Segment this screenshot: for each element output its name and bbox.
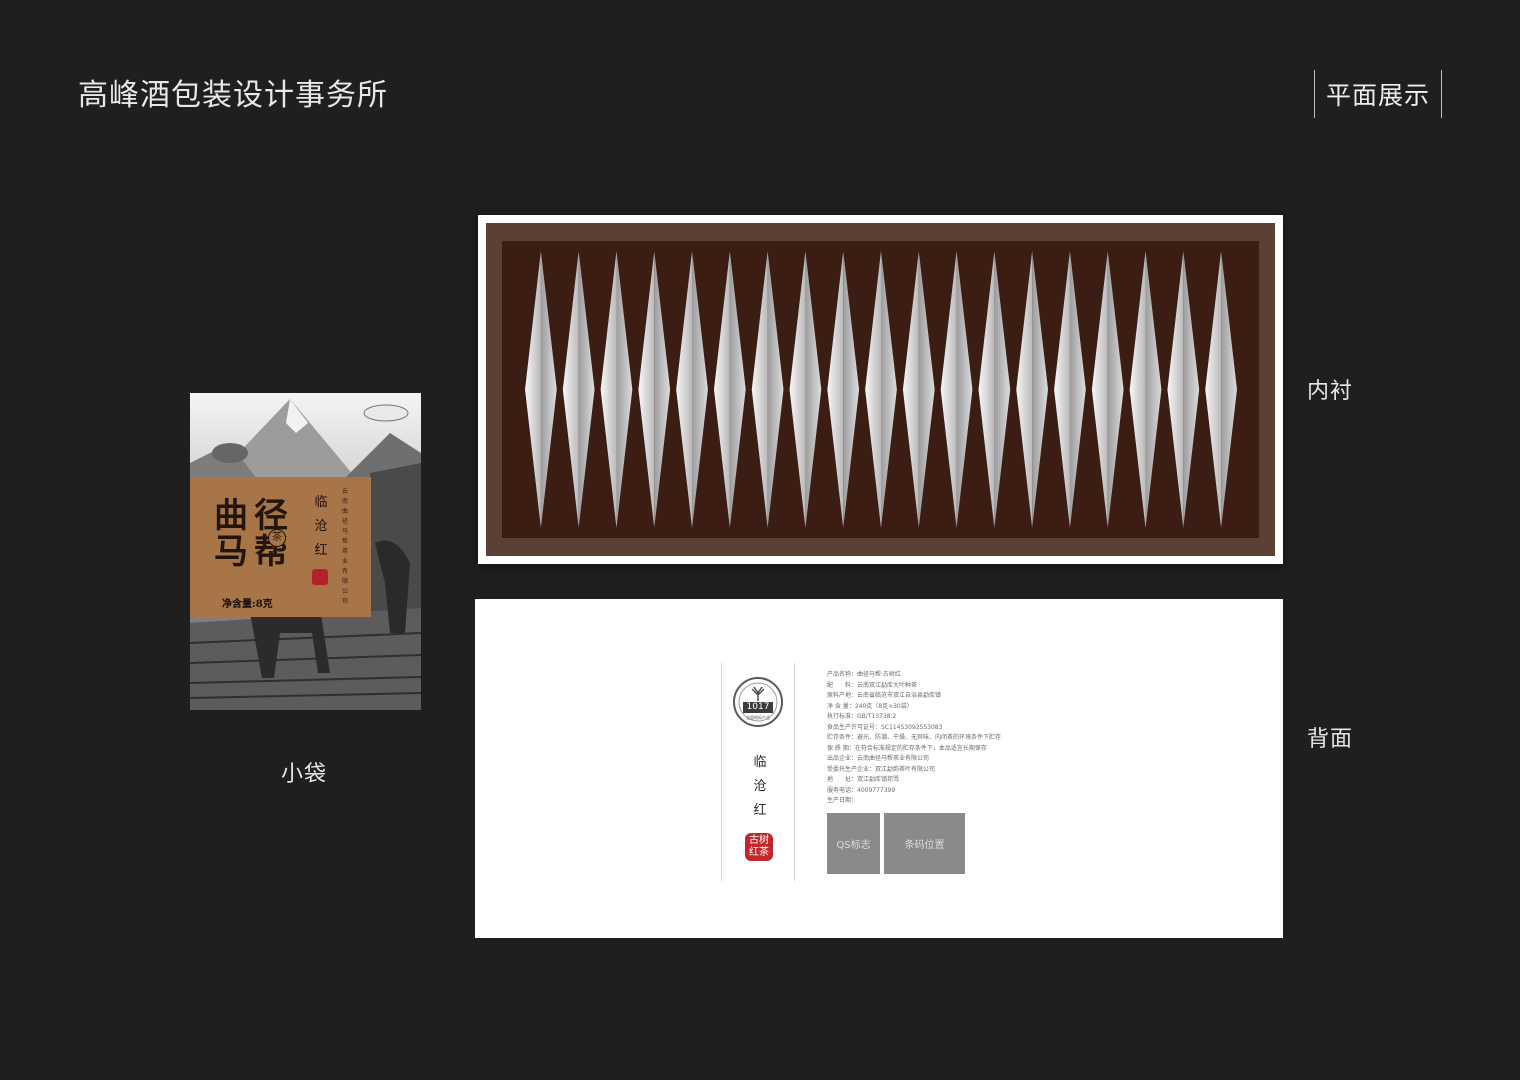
pouch-product-name: 临沧红	[314, 495, 328, 558]
pouch-net-weight: 净含量:8克	[222, 599, 273, 610]
liner-diamond	[789, 251, 822, 528]
spec-line: 产品名称：曲径马帮·古树红	[827, 671, 901, 678]
back-product-name: 临沧红	[753, 755, 767, 818]
liner-diamond	[525, 251, 557, 528]
liner-diamond	[600, 251, 633, 528]
brand-char: 径	[254, 496, 288, 536]
spec-line: 配 料：云南双江勐库大叶种茶	[827, 681, 918, 689]
spec-line: 贮存条件：避光、防潮、干燥、无异味、内闭茶的环境条件下贮存	[827, 734, 1002, 741]
liner-diamond	[562, 251, 595, 528]
liner-border	[486, 223, 1275, 556]
liner-diamond	[940, 251, 973, 528]
liner-diamond	[827, 251, 860, 528]
spec-list: 产品名称：曲径马帮·古树红配 料：云南双江勐库大叶种茶原料产地：云南省临沧市双江…	[827, 670, 1067, 807]
spec-line: 净 含 量：240克（8克×30袋）	[827, 702, 913, 710]
back-panel: 1017 全国地标产品 临沧红 古树红茶 产品名称：曲径马帮·古树红配 料：云南…	[475, 599, 1283, 938]
brand-char: 马	[214, 532, 248, 572]
spec-line: 保 质 期：在符合标准规定的贮存条件下，本品适宜长期保存	[827, 744, 987, 752]
liner-diamond	[1205, 251, 1237, 528]
back-divider	[721, 663, 722, 881]
liner-diamond	[1129, 251, 1162, 528]
spec-line: 出品企业：云南曲径马帮茶业有限公司	[827, 755, 930, 762]
back-divider	[794, 663, 795, 881]
spec-line: 食品生产许可证号：SC11453092553083	[827, 723, 943, 731]
brand-mini-seal: 茶	[268, 529, 286, 547]
spec-line: 生产日期：	[827, 797, 858, 804]
liner-diamond	[713, 251, 746, 528]
liner-diamond	[751, 251, 784, 528]
studio-title: 高峰酒包装设计事务所	[78, 78, 388, 113]
liner-diamond	[1167, 251, 1200, 528]
spec-line: 服务电话：4009777399	[827, 786, 896, 794]
liner-diamond-pattern	[525, 251, 1237, 528]
pouch-seal-stamp	[312, 569, 328, 585]
origin-badge: 1017 全国地标产品	[733, 677, 783, 727]
liner-tray	[478, 215, 1283, 564]
badge-number: 1017	[743, 702, 773, 713]
liner-diamond	[638, 251, 671, 528]
section-tag: 平面展示	[1314, 70, 1442, 118]
brand-logo: 曲 径 马 帮 茶	[214, 499, 294, 569]
spec-line: 原料产地：云南省临沧市双江自治县勐库镇	[827, 692, 942, 699]
spec-line: 受委托生产企业：双江勐韵茶叶有限公司	[827, 765, 936, 773]
back-seal-stamp: 古树红茶	[745, 833, 773, 861]
liner-diamond	[978, 251, 1011, 528]
pouch-company-name: 云南曲径马帮茶业有限公司	[342, 488, 349, 605]
pouch-artwork: 曲 径 马 帮 茶 临沧红 云南曲径马帮茶业有限公司 净含量:8克	[190, 393, 421, 710]
spec-line: 执行标准：GB/T13738.2	[827, 713, 897, 720]
barcode-placeholder: 条码位置	[884, 813, 965, 874]
liner-diamond	[676, 251, 708, 528]
back-caption: 背面	[1307, 727, 1354, 752]
liner-diamond	[1016, 251, 1049, 528]
qs-mark-placeholder: QS标志	[827, 813, 880, 874]
spec-line: 地 址：双江勐库镇邦骂	[827, 776, 900, 783]
liner-diamond	[1091, 251, 1124, 528]
liner-panel	[502, 241, 1259, 538]
liner-diamond	[1054, 251, 1086, 528]
pouch-caption: 小袋	[281, 762, 328, 787]
liner-diamond	[865, 251, 897, 528]
liner-diamond	[902, 251, 935, 528]
pouch-label-panel: 曲 径 马 帮 茶 临沧红 云南曲径马帮茶业有限公司 净含量:8克	[190, 477, 371, 617]
badge-caption: 全国地标产品	[746, 715, 770, 720]
liner-caption: 内衬	[1307, 379, 1354, 404]
brand-char: 曲	[214, 496, 248, 536]
